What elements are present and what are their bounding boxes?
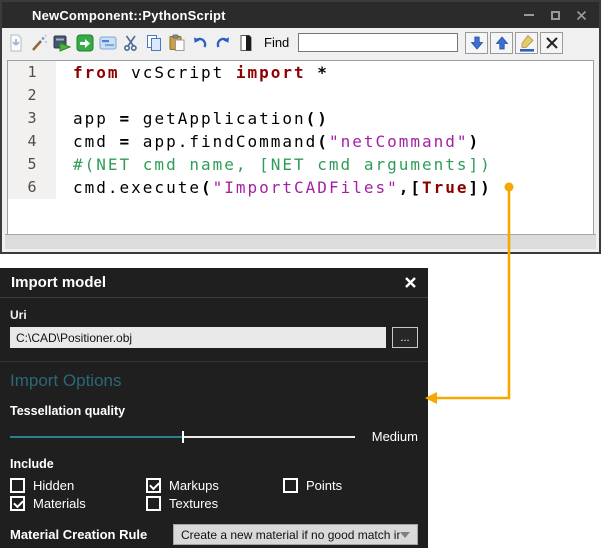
checkbox-unchecked-icon[interactable] [283,478,298,493]
tessellation-quality-label: Tessellation quality [10,404,418,418]
uri-input[interactable] [10,327,386,348]
find-input[interactable] [298,33,458,52]
status-strip [5,234,596,249]
import-model-dialog: Import model Uri ... Import Options Tess… [0,268,428,548]
checkbox-label: Markups [169,478,219,493]
select-page-icon[interactable] [236,33,256,53]
material-creation-rule-select[interactable]: Create a new material if no good match i… [173,524,418,545]
checkbox-label: Hidden [33,478,74,493]
toolbar: Find [2,28,599,57]
close-window-icon[interactable] [575,9,587,21]
code-text: cmd.execute("ImportCADFiles",[True]) [56,178,492,197]
titlebar[interactable]: NewComponent::PythonScript [2,2,599,28]
window-controls [523,9,599,21]
line-number: 1 [8,61,56,84]
screenshot-canvas: NewComponent::PythonScript Find 1from vc… [0,0,601,548]
clear-find-button[interactable] [540,32,563,54]
dropdown-selected-value: Create a new material if no good match i… [181,528,400,542]
find-next-button[interactable] [465,32,488,54]
maximize-icon[interactable] [549,9,561,21]
checkbox-unchecked-icon[interactable] [146,496,161,511]
import-options-heading: Import Options [10,371,418,391]
code-line: 1from vcScript import * [8,61,593,84]
apply-script-icon[interactable] [75,33,95,53]
checkbox-textures[interactable]: Textures [146,496,283,511]
dialog-close-icon[interactable] [404,276,417,289]
checkbox-materials[interactable]: Materials [10,496,146,511]
section-divider [0,361,428,362]
checkbox-label: Materials [33,496,86,511]
checkbox-markups[interactable]: Markups [146,478,283,493]
paste-icon[interactable] [167,33,187,53]
undo-icon[interactable] [190,33,210,53]
checkbox-label: Points [306,478,342,493]
window-title: NewComponent::PythonScript [32,8,226,23]
copy-icon[interactable] [144,33,164,53]
checkbox-unchecked-icon[interactable] [10,478,25,493]
console-icon[interactable] [98,33,118,53]
code-line: 6cmd.execute("ImportCADFiles",[True]) [8,176,593,199]
dropdown-arrow-icon [400,532,410,538]
include-label: Include [10,457,418,471]
run-script-icon[interactable] [52,33,72,53]
code-text: app = getApplication() [56,109,329,128]
toolbar-icons [6,33,256,53]
line-number: 2 [8,84,56,107]
code-line: 5#(NET cmd name, [NET cmd arguments]) [8,153,593,176]
python-editor-window: NewComponent::PythonScript Find 1from vc… [0,0,601,254]
find-buttons [465,32,563,54]
dialog-body: Uri ... Import Options Tessellation qual… [0,308,428,545]
code-line: 2 [8,84,593,107]
checkbox-checked-icon[interactable] [10,496,25,511]
slider-thumb[interactable] [182,431,184,443]
debug-wand-icon[interactable] [29,33,49,53]
browse-button[interactable]: ... [392,327,418,348]
checkbox-label: Textures [169,496,218,511]
slider-track-rest [183,436,356,438]
code-line: 3app = getApplication() [8,107,593,130]
checkbox-hidden[interactable]: Hidden [10,478,146,493]
tessellation-quality-slider[interactable] [10,430,355,444]
line-number: 5 [8,153,56,176]
tessellation-quality-value: Medium [372,429,418,444]
code-line: 4cmd = app.findCommand("netCommand") [8,130,593,153]
minimize-icon[interactable] [523,9,535,21]
redo-icon[interactable] [213,33,233,53]
uri-label: Uri [10,308,418,322]
import-script-icon[interactable] [6,33,26,53]
code-text: from vcScript import * [56,63,329,82]
line-number: 6 [8,176,56,199]
code-text: cmd = app.findCommand("netCommand") [56,132,480,151]
line-number: 4 [8,130,56,153]
include-options: Hidden Markups Points Materials Textures [10,478,418,511]
line-number: 3 [8,107,56,130]
cut-icon[interactable] [121,33,141,53]
material-creation-rule-label: Material Creation Rule [10,527,147,542]
checkbox-checked-icon[interactable] [146,478,161,493]
checkbox-points[interactable]: Points [283,478,418,493]
dialog-title: Import model [11,274,106,291]
code-text: #(NET cmd name, [NET cmd arguments]) [56,155,492,174]
highlight-all-button[interactable] [515,32,538,54]
slider-track-filled [10,436,183,438]
find-label: Find [264,35,289,50]
dialog-header: Import model [0,268,428,298]
find-prev-button[interactable] [490,32,513,54]
code-editor[interactable]: 1from vcScript import *23app = getApplic… [7,60,594,235]
